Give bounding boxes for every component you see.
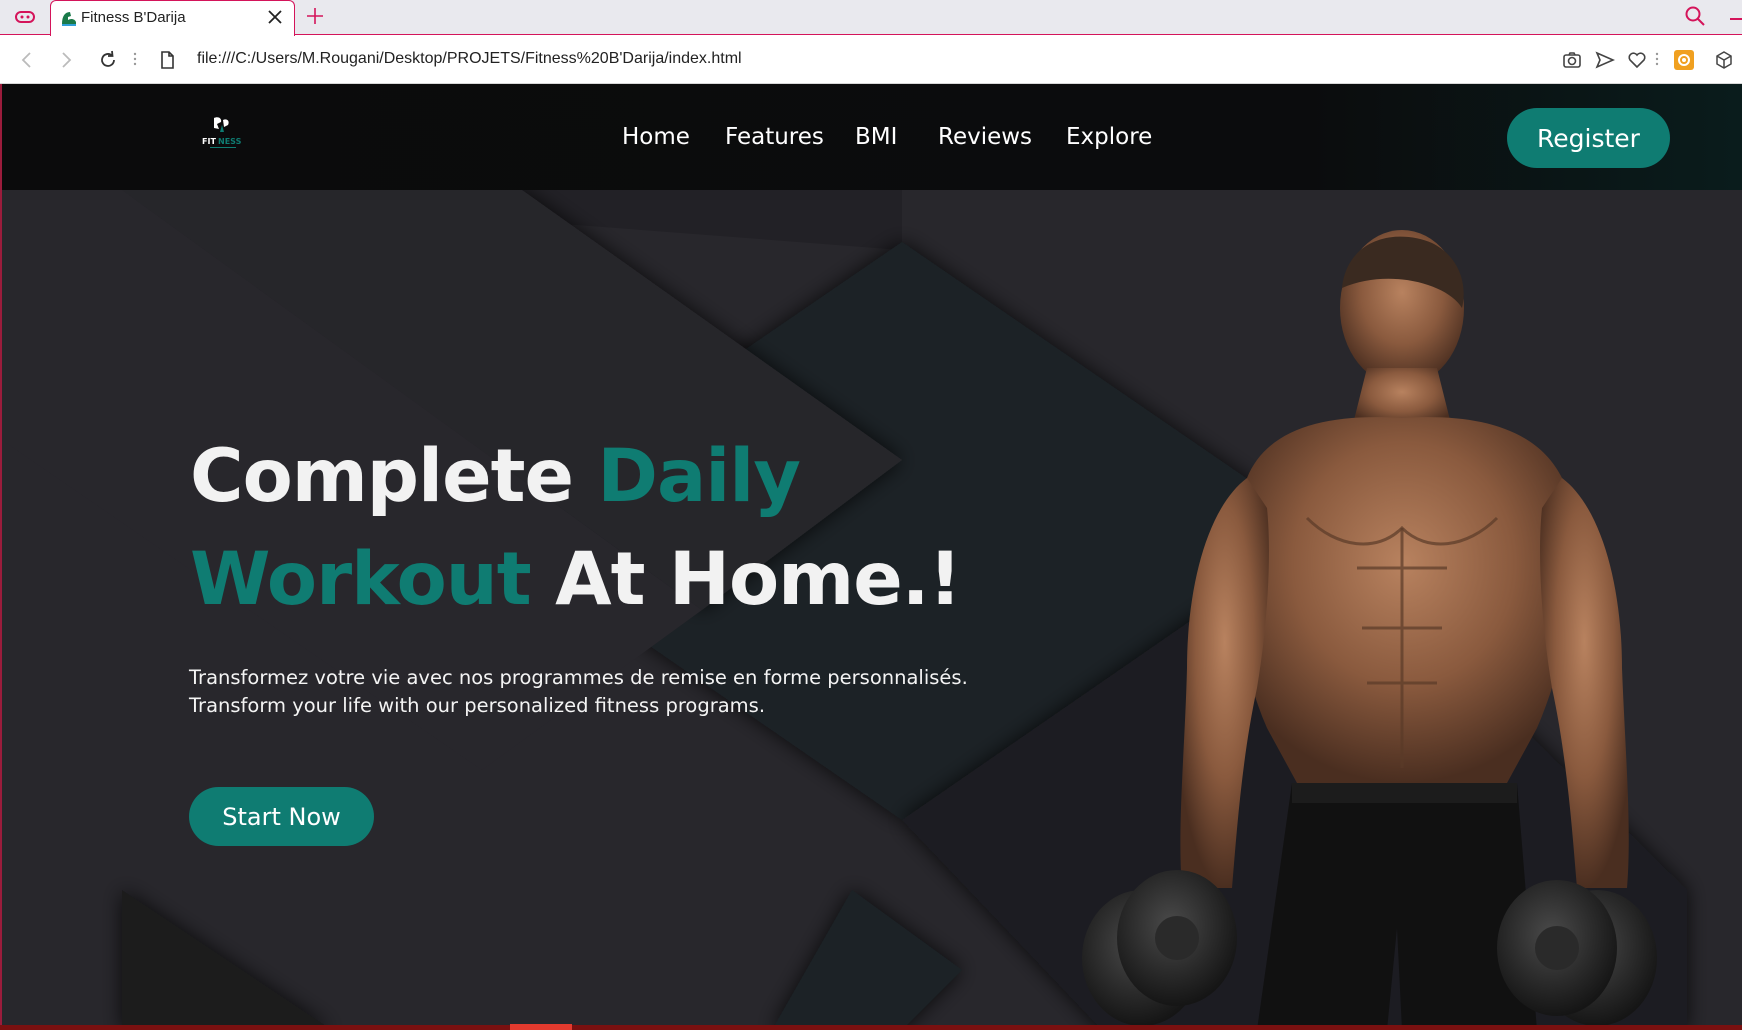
tab-favicon-icon bbox=[59, 8, 79, 28]
svg-text:FIT: FIT bbox=[202, 137, 216, 146]
minimize-icon[interactable] bbox=[1730, 18, 1742, 20]
browser-tab-bar: Fitness B'Darija bbox=[0, 0, 1742, 36]
back-icon[interactable] bbox=[16, 49, 38, 71]
tab-title: Fitness B'Darija bbox=[81, 9, 186, 26]
gamepad-icon[interactable] bbox=[14, 8, 36, 26]
taskbar-active-indicator bbox=[510, 1024, 572, 1030]
forward-icon[interactable] bbox=[55, 49, 77, 71]
close-icon[interactable] bbox=[266, 8, 284, 26]
hero-section: Complete Daily Workout At Home.! Transfo… bbox=[2, 190, 1742, 1030]
svg-text:NESS: NESS bbox=[218, 137, 242, 146]
url-field[interactable]: file:///C:/Users/M.Rougani/Desktop/PROJE… bbox=[197, 50, 742, 68]
site-navbar: FIT NESS Home Features BMI Reviews Explo… bbox=[2, 84, 1742, 190]
headline-word: Complete bbox=[190, 434, 574, 519]
reload-icon[interactable] bbox=[97, 49, 119, 71]
web-page: FIT NESS Home Features BMI Reviews Explo… bbox=[0, 84, 1742, 1030]
more-dots-icon[interactable] bbox=[133, 51, 137, 67]
nav-explore[interactable]: Explore bbox=[1066, 124, 1152, 150]
athlete-image bbox=[1082, 230, 1657, 1030]
more-dots-icon[interactable] bbox=[1655, 51, 1659, 67]
site-logo[interactable]: FIT NESS bbox=[200, 114, 250, 154]
headline-accent-word: Daily bbox=[597, 434, 800, 519]
browser-tab[interactable]: Fitness B'Darija bbox=[50, 0, 295, 36]
nav-features[interactable]: Features bbox=[725, 124, 824, 150]
address-bar: file:///C:/Users/M.Rougani/Desktop/PROJE… bbox=[0, 36, 1742, 84]
hero-text-en: Transform your life with our personalize… bbox=[189, 694, 766, 717]
search-icon[interactable] bbox=[1684, 5, 1706, 27]
send-icon[interactable] bbox=[1594, 49, 1616, 71]
hero-description: Transformez votre vie avec nos programme… bbox=[189, 664, 989, 720]
file-icon bbox=[156, 49, 178, 71]
extension-icon[interactable] bbox=[1673, 49, 1695, 71]
headline-accent-word: Workout bbox=[190, 537, 532, 622]
headline-word: At Home.! bbox=[555, 537, 962, 622]
cube-icon[interactable] bbox=[1713, 49, 1735, 71]
hero-text-fr: Transformez votre vie avec nos programme… bbox=[189, 666, 968, 689]
plus-icon[interactable] bbox=[304, 5, 326, 27]
nav-bmi[interactable]: BMI bbox=[855, 124, 897, 150]
heart-icon[interactable] bbox=[1626, 49, 1648, 71]
taskbar-edge bbox=[0, 1025, 1742, 1030]
start-now-button[interactable]: Start Now bbox=[189, 787, 374, 846]
nav-home[interactable]: Home bbox=[622, 124, 690, 150]
camera-icon[interactable] bbox=[1561, 49, 1583, 71]
nav-reviews[interactable]: Reviews bbox=[938, 124, 1032, 150]
hero-headline: Complete Daily Workout At Home.! bbox=[190, 425, 1090, 631]
register-button[interactable]: Register bbox=[1507, 108, 1670, 168]
